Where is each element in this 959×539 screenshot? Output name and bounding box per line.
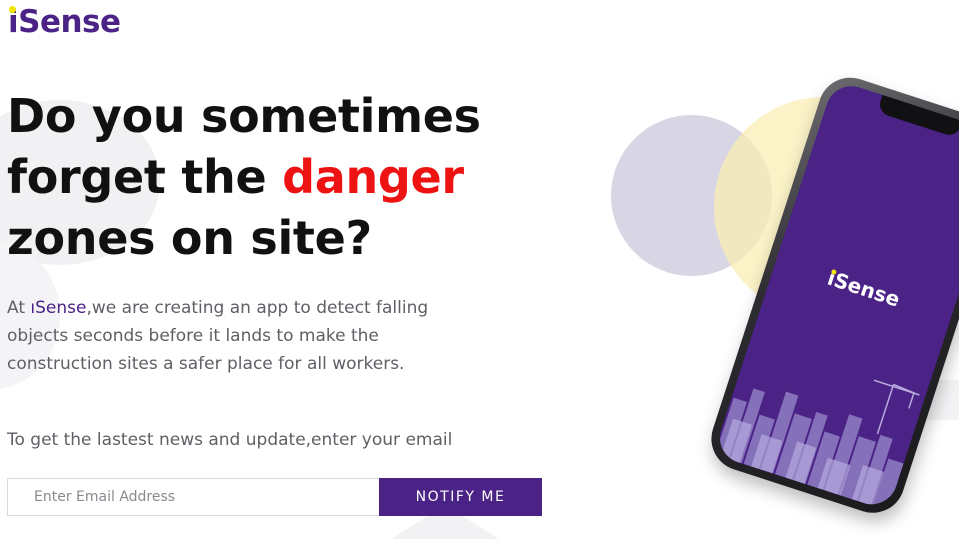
intro-brand-name: Sense <box>35 298 87 318</box>
notify-me-button[interactable]: NOTIFY ME <box>379 478 542 516</box>
phone-notch <box>876 94 959 138</box>
headline-line-1: Do you sometimes <box>7 89 481 143</box>
intro-prefix: At <box>7 298 31 318</box>
headline-line-3: zones on site? <box>7 211 372 265</box>
phone-app-logo: iSense <box>773 249 955 329</box>
city-skyline-icon <box>715 379 920 512</box>
logo-dotted-i: i <box>8 4 19 40</box>
headline-accent-word: danger <box>282 150 464 204</box>
email-field[interactable] <box>7 478 379 516</box>
notify-prompt: To get the lastest news and update,enter… <box>7 430 453 450</box>
page-headline: Do you sometimes forget the danger zones… <box>7 86 527 269</box>
logo-text: Sense <box>18 4 121 40</box>
intro-paragraph: At ıSense,we are creating an app to dete… <box>7 294 447 378</box>
headline-line-2: forget the <box>7 150 283 204</box>
phone-logo-text: Sense <box>831 267 903 312</box>
site-logo[interactable]: iSense <box>8 2 121 42</box>
landing-page: iSense Do you sometimes forget the dange… <box>0 0 959 539</box>
